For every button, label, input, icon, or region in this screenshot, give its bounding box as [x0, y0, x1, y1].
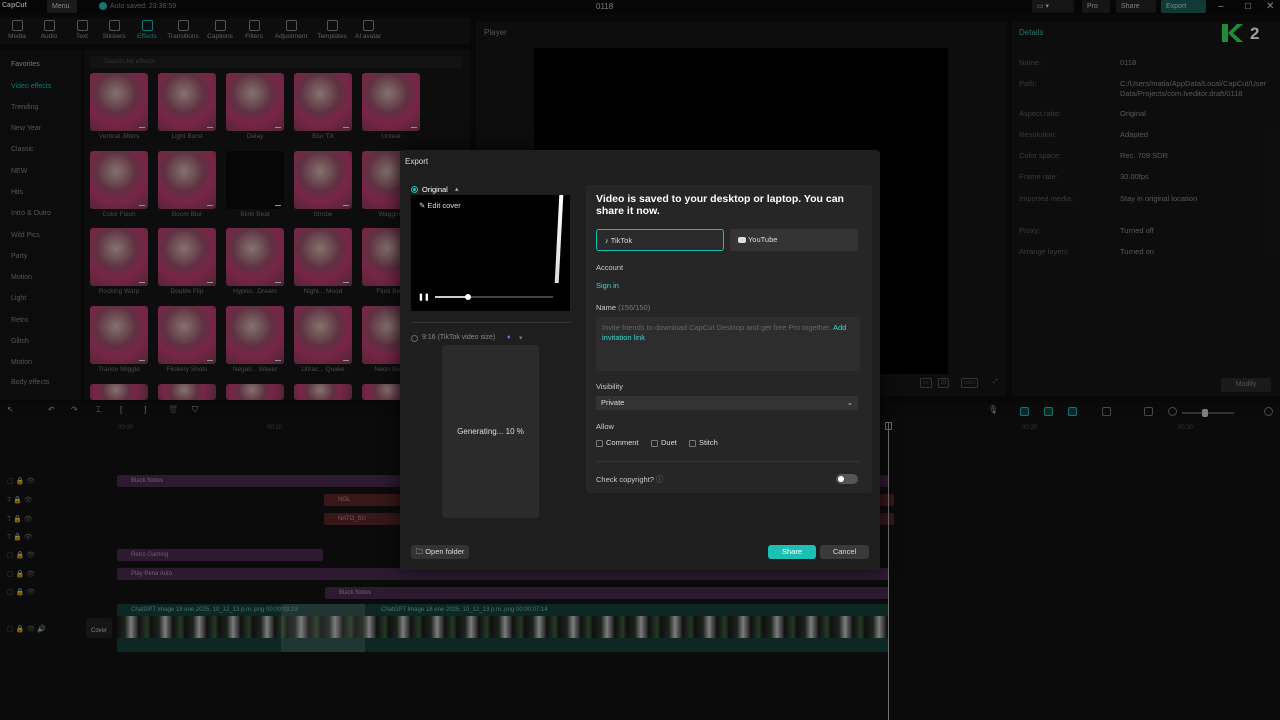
allow-duet-checkbox[interactable]: Duet — [651, 438, 677, 447]
checkbox-label: Stitch — [699, 438, 718, 447]
divider — [411, 322, 571, 323]
sign-in-link[interactable]: Sign in — [596, 281, 619, 290]
open-folder-label: Open folder — [425, 547, 465, 556]
preview-frame-detail — [554, 195, 564, 283]
preview-progress-handle[interactable] — [465, 294, 472, 300]
video-name-field[interactable]: Invite friends to download CapCut Deskto… — [596, 317, 860, 371]
copyright-label: Check copyright? ⓘ — [596, 474, 664, 485]
tiktok-icon: ♪ — [605, 236, 609, 245]
chevron-down-icon: ⌄ — [846, 398, 853, 407]
allow-comment-checkbox[interactable]: Comment — [596, 438, 639, 447]
platform-label: TikTok — [610, 236, 633, 245]
visibility-value: Private — [601, 398, 625, 407]
chevron-down-icon[interactable]: ▾ — [519, 334, 523, 342]
allow-label: Allow — [596, 422, 614, 431]
tiktok-size-radio[interactable] — [411, 335, 418, 342]
edit-cover-label: Edit cover — [427, 201, 461, 210]
name-label: Name (156/150) — [596, 303, 650, 312]
divider — [596, 461, 860, 462]
share-button[interactable]: Share — [768, 545, 816, 559]
visibility-label: Visibility — [596, 382, 623, 391]
help-icon[interactable]: ⓘ — [656, 475, 664, 484]
platform-label: YouTube — [747, 235, 778, 244]
edit-cover-button[interactable]: ✎ Edit cover — [419, 201, 461, 210]
pause-icon[interactable]: ❚❚ — [418, 293, 430, 301]
name-label-text: Name — [596, 303, 617, 312]
chevron-up-icon[interactable]: ▴ — [455, 185, 459, 193]
allow-stitch-checkbox[interactable]: Stitch — [689, 438, 718, 447]
original-radio[interactable] — [411, 186, 418, 193]
tiktok-size-label: 9:16 (TikTok video size) — [422, 334, 496, 341]
account-label: Account — [596, 263, 624, 272]
original-label: Original — [422, 185, 448, 194]
share-panel: Video is saved to your desktop or laptop… — [586, 185, 872, 493]
export-dialog: Export Original ▴ ✎ Edit cover ❚❚ 9:16 (… — [400, 150, 880, 570]
cover-preview[interactable]: ✎ Edit cover ❚❚ — [411, 195, 570, 311]
checkbox-label: Duet — [661, 438, 677, 447]
cancel-button[interactable]: Cancel — [820, 545, 869, 559]
name-char-count: (156/150) — [618, 303, 651, 312]
visibility-select[interactable]: Private ⌄ — [596, 396, 858, 410]
platform-tiktok[interactable]: ♪ TikTok — [596, 229, 724, 251]
saved-message: Video is saved to your desktop or laptop… — [596, 193, 844, 217]
youtube-icon — [738, 237, 746, 244]
open-folder-button[interactable]: 🗀 Open folder — [411, 545, 469, 559]
diamond-icon: ♦ — [507, 334, 511, 341]
toggle-knob — [838, 476, 844, 482]
dialog-title: Export — [405, 157, 429, 166]
pencil-icon: ✎ — [419, 201, 426, 210]
name-field-text: Invite friends to download CapCut Deskto… — [602, 323, 832, 332]
checkbox-box — [689, 439, 696, 447]
checkbox-box — [651, 439, 658, 447]
preview-progress-fill — [435, 296, 469, 298]
generating-placeholder: Generating... 10 % — [442, 345, 539, 518]
platform-youtube[interactable]: YouTube — [730, 229, 858, 251]
checkbox-label: Comment — [606, 438, 639, 447]
checkbox-box — [596, 439, 603, 447]
copyright-toggle[interactable] — [836, 474, 858, 484]
copyright-text: Check copyright? — [596, 475, 654, 484]
folder-icon: 🗀 — [415, 547, 424, 556]
